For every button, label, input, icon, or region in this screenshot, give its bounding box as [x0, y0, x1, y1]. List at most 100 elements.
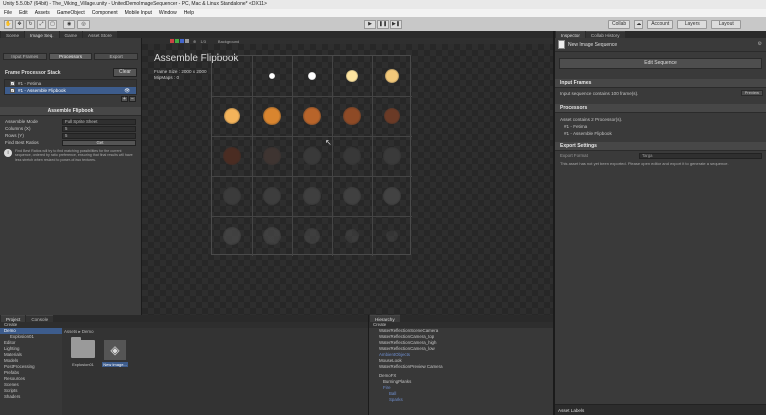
get-button[interactable]: Get — [62, 139, 136, 146]
assemble-mode-dropdown[interactable]: Full Sprite Sheet — [62, 118, 136, 125]
info-box: i Find Best Ratios will try to find matc… — [4, 149, 137, 162]
menu-assets[interactable]: Assets — [35, 9, 50, 17]
scale-tool-icon[interactable]: ⤢ — [37, 19, 46, 29]
rows-field[interactable]: 5 — [62, 132, 136, 139]
frame-stack-title: Frame Processor Stack — [5, 70, 61, 76]
flipbook-frame — [346, 70, 358, 82]
hierarchy-item[interactable]: WaterReflectionPreview Camera — [369, 364, 553, 370]
channel-toggles[interactable] — [170, 39, 189, 43]
step-button[interactable]: ▶❚ — [390, 19, 402, 29]
rect-tool-icon[interactable]: ▢ — [48, 19, 57, 29]
flipbook-frame — [223, 227, 241, 245]
menu-component[interactable]: Component — [92, 9, 118, 17]
flipbook-frame — [345, 229, 359, 243]
project-folder-tree: Demo Explosion01 Editor Lighting Materia… — [0, 328, 62, 415]
tab-processors[interactable]: Processors — [48, 53, 93, 60]
collab-dropdown[interactable]: Collab — [608, 19, 631, 29]
asset-labels-bar[interactable]: Asset Labels — [555, 404, 766, 415]
sheet-gridline — [212, 176, 412, 177]
tab-export[interactable]: Export — [94, 53, 139, 60]
tab-inspector[interactable]: Inspector — [556, 31, 585, 38]
add-icon[interactable]: + — [121, 96, 128, 102]
menu-gameobject[interactable]: GameObject — [57, 9, 85, 17]
tab-asset-store[interactable]: Asset Store — [83, 31, 117, 38]
unity-asset-icon: ◈ — [104, 340, 126, 360]
project-panel: Create Demo Explosion01 Editor Lighting … — [0, 322, 368, 415]
pivot-toggle[interactable]: ◉ — [63, 19, 76, 29]
global-toggle[interactable]: ◎ — [77, 19, 90, 29]
account-dropdown[interactable]: Account — [647, 19, 674, 29]
stack-item[interactable]: ✓ #1 - Fetima — [5, 80, 136, 87]
menu-window[interactable]: Window — [159, 9, 177, 17]
processor-item: #1 - Assemble Flipbook — [564, 131, 612, 136]
remove-icon[interactable]: − — [129, 96, 136, 102]
flipbook-frame — [263, 187, 281, 205]
tab-project[interactable]: Project — [1, 315, 26, 322]
flipbook-frame — [303, 187, 321, 205]
flipbook-viewport[interactable]: ⊕ 1/3 Background Assemble Flipbook Frame… — [142, 38, 553, 315]
hand-tool-icon[interactable]: ✋ — [4, 19, 13, 29]
flipbook-frame — [383, 147, 401, 165]
playback-controls: ▶ ❚❚ ▶❚ — [364, 19, 402, 29]
flipbook-frame — [343, 107, 361, 125]
flipbook-frame — [303, 147, 321, 165]
move-tool-icon[interactable]: ✥ — [15, 19, 24, 29]
toolbar-right: Collab ☁ Account Layers Layout — [608, 19, 742, 29]
edit-sequence-button[interactable]: Edit Sequence — [559, 58, 762, 69]
project-breadcrumb: Assets ▸ Demo — [64, 329, 94, 334]
flipbook-frame — [386, 230, 398, 242]
asset-label: New Image... — [102, 362, 128, 367]
flipbook-frame — [383, 187, 401, 205]
stack-add-remove: + − — [0, 96, 141, 102]
rotate-tool-icon[interactable]: ↻ — [26, 19, 35, 29]
folder-icon — [71, 337, 95, 358]
tab-collab-history[interactable]: Collab History — [585, 31, 625, 38]
tab-input-frames[interactable]: Input Frames — [3, 53, 47, 60]
background-dropdown[interactable]: Background — [218, 39, 239, 44]
assemble-section-title: Assemble Flipbook — [0, 107, 141, 116]
sheet-gridline — [372, 56, 373, 256]
export-format-dropdown[interactable]: Targa — [639, 153, 762, 159]
tab-game[interactable]: Game — [59, 31, 83, 38]
layout-dropdown[interactable]: Layout — [711, 19, 742, 29]
asset-image-sequence[interactable]: ◈ New Image... — [102, 340, 128, 367]
asset-name: New Image Sequence — [568, 41, 618, 48]
menu-edit[interactable]: Edit — [19, 9, 28, 17]
settings-gear-icon[interactable]: ⚙ — [758, 41, 762, 47]
inspector-header: New Image Sequence ⚙ — [555, 38, 766, 52]
sheet-gridline — [252, 56, 253, 256]
processor-mode-tabs: Input Frames Processors Export — [0, 51, 141, 62]
pause-button[interactable]: ❚❚ — [377, 19, 389, 29]
processors-header: Processors — [555, 104, 766, 113]
tab-hierarchy[interactable]: Hierarchy — [370, 315, 400, 322]
menu-file[interactable]: File — [4, 9, 12, 17]
tab-image-sequencer[interactable]: Image Seq. — [25, 31, 59, 38]
menu-mobile-input[interactable]: Mobile Input — [125, 9, 152, 17]
stack-item-selected[interactable]: ✓ #1 - Assemble Flipbook 👁 — [5, 87, 136, 94]
menu-help[interactable]: Help — [184, 9, 194, 17]
flipbook-frame — [223, 187, 241, 205]
columns-field[interactable]: 5 — [62, 125, 136, 132]
main-tab-row: Scene Image Seq. Game Asset Store — [0, 31, 553, 38]
checkbox-icon[interactable]: ✓ — [10, 81, 15, 86]
export-note: This asset has not yet been exported. Pl… — [560, 161, 729, 166]
processors-count-text: Asset contains 2 Processor(s). — [560, 117, 623, 122]
hierarchy-item[interactable]: Sparks — [369, 397, 553, 403]
export-format-label: Export Format — [560, 153, 588, 158]
eye-icon[interactable]: 👁 — [124, 87, 130, 94]
tree-item[interactable]: Shaders — [0, 394, 62, 400]
cloud-icon[interactable]: ☁ — [634, 19, 644, 29]
assemble-mode-label: Assemble Mode — [5, 119, 38, 124]
preview-button[interactable]: Preview — [740, 90, 763, 96]
zoom-icon[interactable]: ⊕ — [193, 39, 196, 44]
tab-scene[interactable]: Scene — [1, 31, 25, 38]
tab-console[interactable]: Console — [26, 315, 54, 322]
flipbook-frame — [263, 147, 281, 165]
play-button[interactable]: ▶ — [364, 19, 376, 29]
layers-dropdown[interactable]: Layers — [677, 19, 708, 29]
checkbox-icon[interactable]: ✓ — [10, 88, 15, 93]
clear-button[interactable]: Clear — [113, 68, 137, 77]
viewport-toolbar: ⊕ 1/3 Background — [142, 38, 553, 44]
flipbook-frame — [263, 107, 281, 125]
asset-folder-explosion[interactable]: Explosion01 — [70, 337, 96, 367]
